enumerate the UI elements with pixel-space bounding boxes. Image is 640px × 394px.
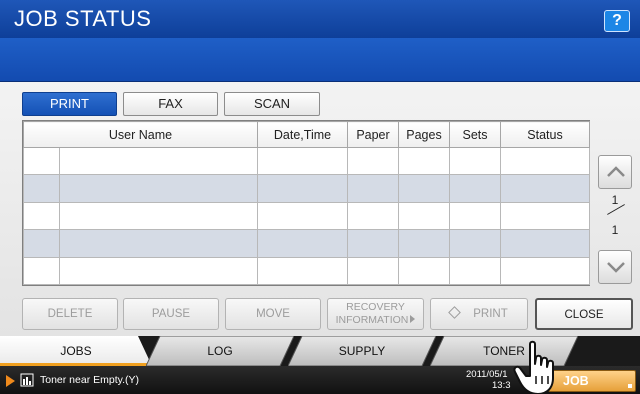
current-page: 1 — [611, 193, 619, 207]
status-date: 2011/05/1 — [466, 369, 508, 380]
help-icon: ? — [612, 12, 622, 29]
job-table: User Name Date,Time Paper Pages Sets Sta… — [22, 120, 590, 286]
col-user-name: User Name — [23, 121, 258, 148]
bottom-tab-jobs-label: JOBS — [60, 344, 92, 358]
recovery-information-button[interactable]: RECOVERY INFORMATION — [327, 298, 424, 330]
header-banner — [0, 38, 640, 82]
tab-print-label: PRINT — [50, 96, 89, 111]
tab-fax[interactable]: FAX — [123, 92, 218, 116]
pause-label: PAUSE — [151, 308, 191, 320]
recovery-label-line1: RECOVERY — [346, 301, 405, 313]
print-button[interactable]: PRINT — [430, 298, 528, 330]
page-title: JOB STATUS — [14, 6, 152, 31]
delete-label: DELETE — [47, 308, 93, 320]
tab-scan-label: SCAN — [253, 96, 291, 111]
bottom-tab-supply-label: SUPPLY — [338, 344, 386, 358]
delete-button[interactable]: DELETE — [22, 298, 118, 330]
status-time: 13:3 — [492, 380, 511, 391]
job-status-label: JOB STATUS — [563, 374, 589, 388]
col-sets: Sets — [449, 121, 501, 148]
status-message: Toner near Empty.(Y) — [40, 374, 140, 386]
recovery-arrow-icon — [410, 315, 416, 323]
bottom-tab-log-label: LOG — [207, 344, 233, 358]
hand-pointer-icon — [513, 340, 554, 394]
move-button[interactable]: MOVE — [225, 298, 321, 330]
print-label: PRINT — [473, 308, 508, 320]
table-row[interactable] — [23, 256, 590, 286]
col-paper: Paper — [347, 121, 399, 148]
table-row[interactable] — [23, 174, 590, 203]
toner-icon — [20, 373, 34, 387]
close-button[interactable]: CLOSE — [535, 298, 633, 330]
col-date-time: Date,Time — [257, 121, 348, 148]
col-status: Status — [500, 121, 590, 148]
up-arrow-icon — [607, 166, 625, 177]
scroll-up-button[interactable] — [598, 155, 632, 189]
recovery-label-line2: INFORMATION — [335, 314, 409, 326]
tab-fax-label: FAX — [158, 96, 183, 111]
table-row[interactable] — [23, 201, 590, 231]
title-bar: JOB STATUS ? — [0, 0, 640, 38]
help-button[interactable]: ? — [604, 10, 630, 32]
move-label: MOVE — [256, 308, 290, 320]
pause-button[interactable]: PAUSE — [123, 298, 219, 330]
bottom-tab-jobs[interactable]: JOBS — [0, 336, 152, 366]
col-pages: Pages — [398, 121, 450, 148]
table-header-row: User Name Date,Time Paper Pages Sets Sta… — [23, 121, 590, 148]
print-diamond-icon — [448, 306, 462, 320]
bottom-tab-supply[interactable]: SUPPLY — [288, 336, 436, 366]
play-icon[interactable] — [6, 375, 15, 387]
tab-scan[interactable]: SCAN — [224, 92, 320, 116]
total-pages: 1 — [611, 223, 619, 237]
bottom-tab-log[interactable]: LOG — [146, 336, 294, 366]
page-indicator: 1 1 — [598, 193, 632, 243]
down-arrow-icon — [607, 262, 625, 273]
close-label: CLOSE — [564, 309, 604, 321]
table-row[interactable] — [23, 146, 590, 176]
tab-print[interactable]: PRINT — [22, 92, 117, 116]
table-row[interactable] — [23, 229, 590, 258]
scroll-down-button[interactable] — [598, 250, 632, 284]
date-time: 2011/05/1 13:3 — [466, 369, 511, 391]
